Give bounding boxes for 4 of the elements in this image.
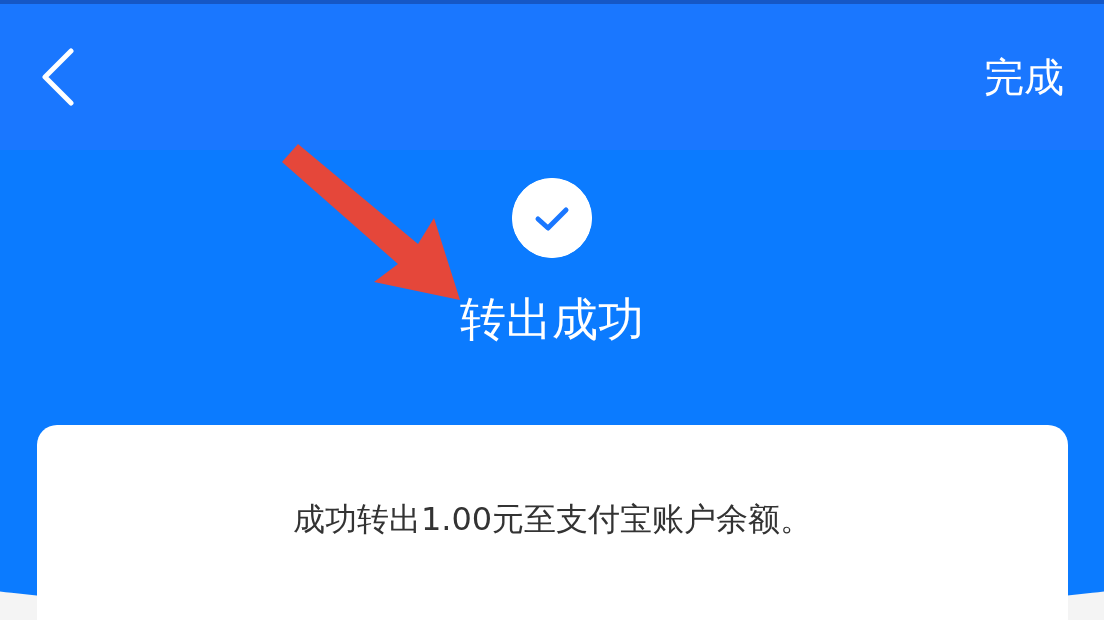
- back-button[interactable]: [40, 48, 74, 106]
- transfer-message: 成功转出1.00元至支付宝账户余额。: [292, 500, 813, 538]
- success-title: 转出成功: [460, 292, 644, 348]
- done-button[interactable]: 完成: [984, 47, 1064, 107]
